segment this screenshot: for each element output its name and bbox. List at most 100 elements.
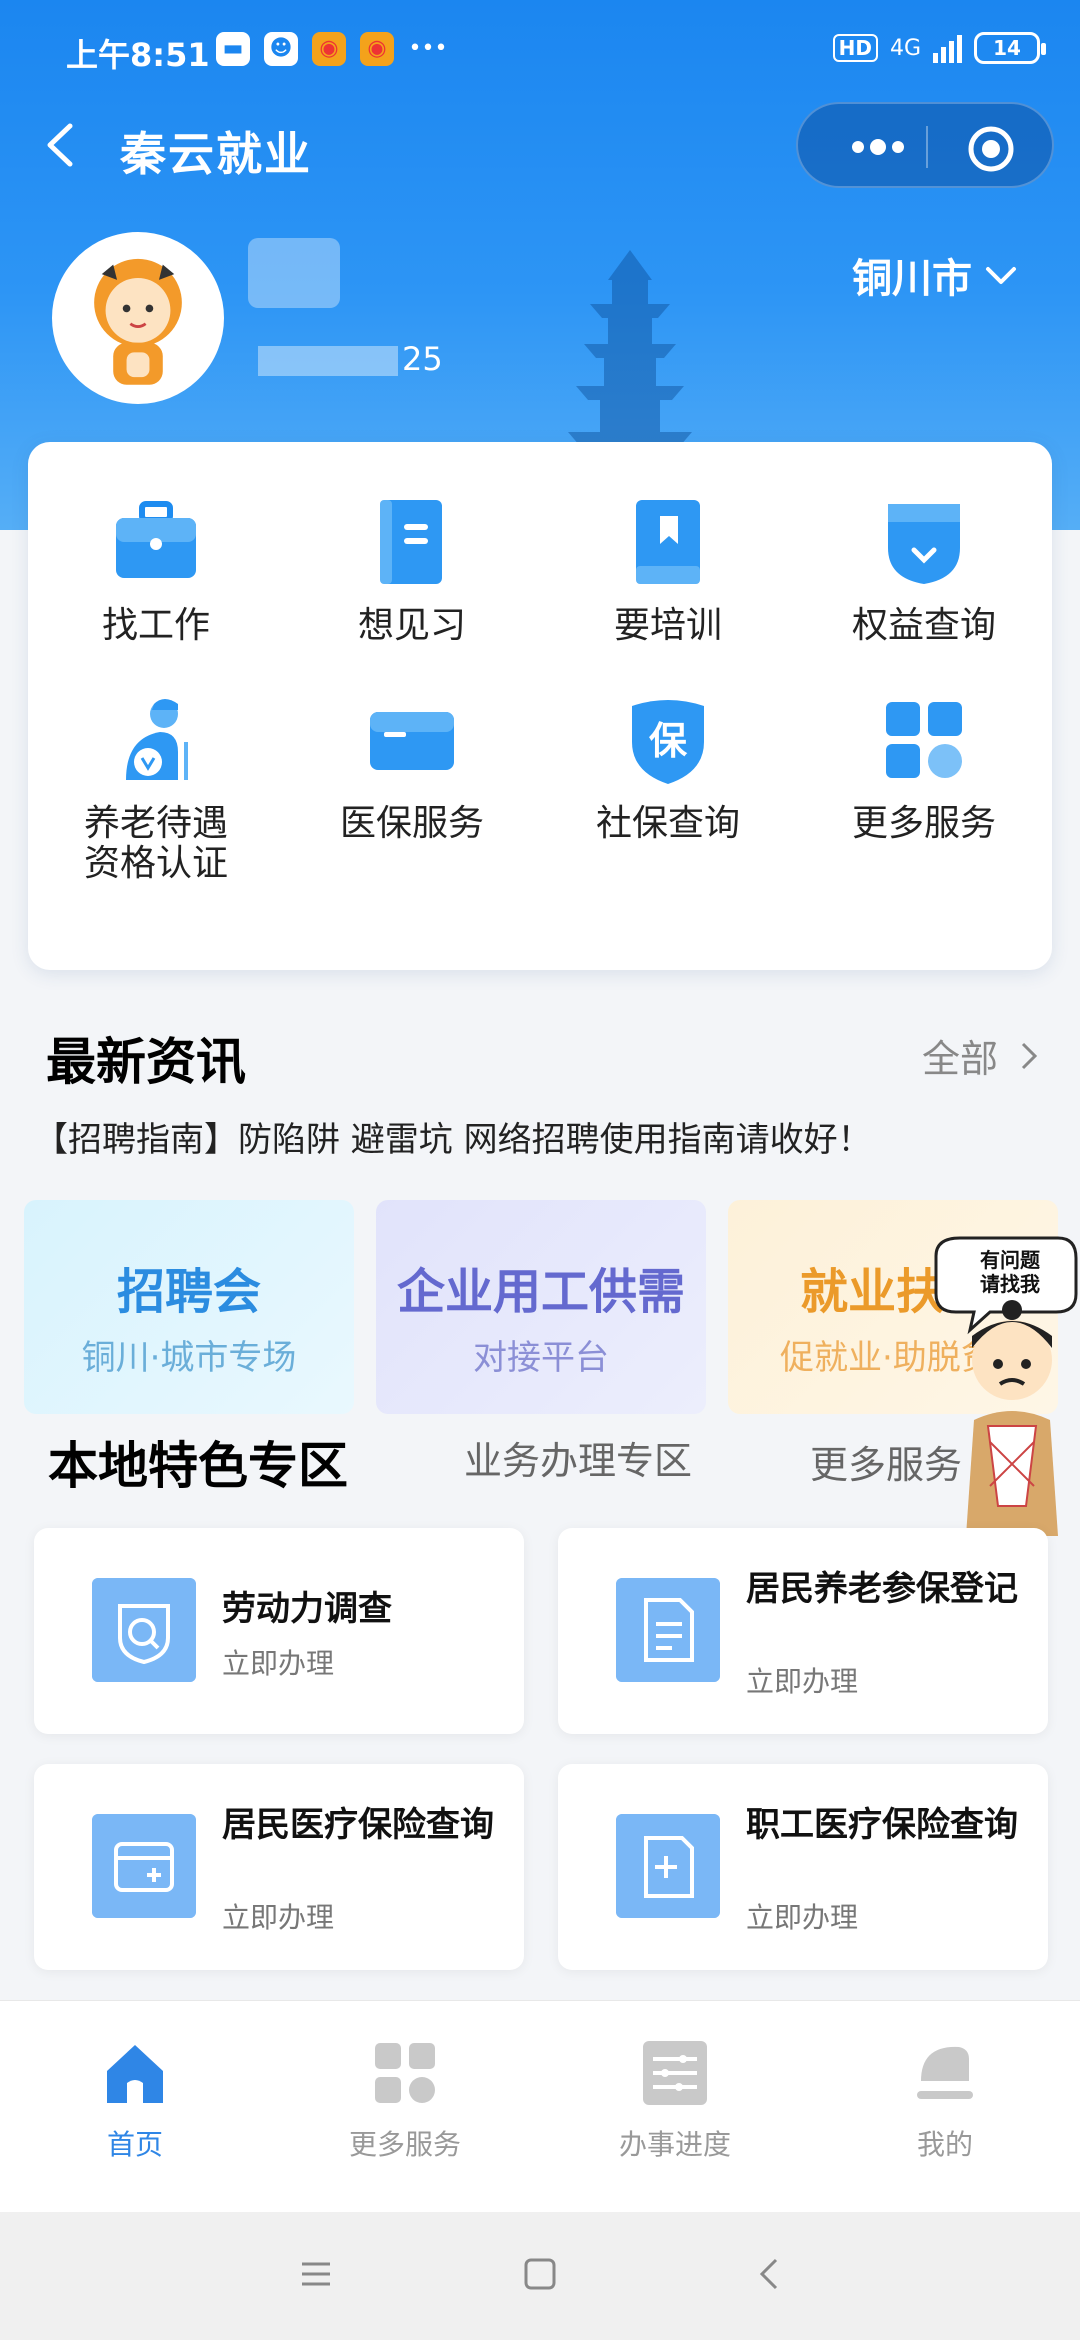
local-service-pension-registration[interactable]: 居民养老参保登记 立即办理 xyxy=(558,1528,1048,1734)
banner-subtitle: 铜川·城市专场 xyxy=(81,1338,297,1378)
card-icon xyxy=(370,712,454,770)
phone-mask xyxy=(258,346,398,376)
tab-mine[interactable]: 我的 xyxy=(845,2037,1045,2163)
back-icon[interactable] xyxy=(40,120,84,170)
weibo-icon-2: ◉ xyxy=(360,32,394,66)
network-label: 4G xyxy=(889,35,921,61)
banner-subtitle: 对接平台 xyxy=(473,1338,609,1378)
service-rights-query[interactable]: 权益查询 xyxy=(796,494,1052,646)
service-label: 要培训 xyxy=(613,605,722,646)
medical-bag-icon xyxy=(616,1814,720,1918)
service-internship[interactable]: 想见习 xyxy=(284,494,540,646)
shield-check-icon xyxy=(888,504,960,584)
page-title: 秦云就业 xyxy=(120,127,312,181)
tab-label: 首页 xyxy=(106,2128,163,2161)
status-time: 上午8:51 xyxy=(66,36,210,74)
user-name-masked xyxy=(248,238,340,308)
back-triangle-icon[interactable] xyxy=(748,2252,792,2296)
message-icon: ▬ xyxy=(216,32,250,66)
home-square-icon[interactable] xyxy=(518,2252,562,2296)
user-phone: 25 xyxy=(258,340,443,378)
hd-icon: HD xyxy=(832,34,878,62)
city-selector[interactable]: 铜川市 xyxy=(852,246,1018,304)
banner-job-fair[interactable]: 招聘会 铜川·城市专场 xyxy=(24,1200,354,1414)
nav-bar: 秦云就业 xyxy=(0,100,1080,190)
service-label: 更多服务 xyxy=(851,803,996,844)
service-pension-certification[interactable]: 养老待遇 资格认证 xyxy=(28,692,284,884)
more-notifications-icon: ••• xyxy=(408,36,448,61)
chevron-down-icon xyxy=(986,267,1016,284)
bao-shield-icon: 保 xyxy=(632,700,704,784)
service-more[interactable]: 更多服务 xyxy=(796,692,1052,844)
service-label: 权益查询 xyxy=(851,605,996,646)
menu-icon[interactable] xyxy=(294,2252,338,2296)
local-service-title: 劳动力调查 xyxy=(222,1589,392,1629)
elder-person-icon xyxy=(126,699,188,780)
local-service-action: 立即办理 xyxy=(746,1665,859,1698)
service-social-security[interactable]: 保 社保查询 xyxy=(540,692,796,844)
tab-progress[interactable]: 办事进度 xyxy=(575,2037,775,2163)
tab-label: 更多服务 xyxy=(348,2128,461,2161)
service-medical-insurance[interactable]: 医保服务 xyxy=(284,692,540,844)
news-view-all[interactable]: 全部 xyxy=(922,1028,1038,1083)
user-avatar[interactable] xyxy=(52,232,224,404)
city-label: 铜川市 xyxy=(852,256,972,302)
service-label: 医保服务 xyxy=(339,803,484,844)
news-section-title: 最新资讯 xyxy=(46,1033,246,1091)
service-label: 社保查询 xyxy=(595,803,740,844)
service-label: 想见习 xyxy=(357,605,466,646)
notification-icons: ▬ ☻ ◉ ◉ ••• xyxy=(216,32,448,66)
grid-icon xyxy=(886,702,962,778)
search-shield-icon xyxy=(92,1578,196,1682)
grid-icon xyxy=(375,2043,435,2103)
notebook-icon xyxy=(380,500,442,584)
local-service-title: 居民医疗保险查询 xyxy=(222,1805,494,1845)
tiger-avatar-icon xyxy=(56,236,220,400)
service-label: 养老待遇 资格认证 xyxy=(83,803,228,884)
tab-more-services-nav[interactable]: 更多服务 xyxy=(305,2037,505,2163)
progress-list-icon xyxy=(643,2041,707,2105)
help-mascot[interactable]: 有问题 请找我 xyxy=(930,1236,1080,1552)
briefcase-icon xyxy=(116,501,196,578)
battery-icon: 14 xyxy=(974,32,1046,64)
svg-text:保: 保 xyxy=(649,719,688,763)
bookmark-book-icon xyxy=(636,500,700,584)
local-service-labor-survey[interactable]: 劳动力调查 立即办理 xyxy=(34,1528,524,1734)
news-headline[interactable]: 【招聘指南】防陷阱 避雷坑 网络招聘使用指南请收好！ xyxy=(34,1112,872,1161)
qq-icon: ☻ xyxy=(264,32,298,66)
service-label: 找工作 xyxy=(101,605,210,646)
tab-business-handling[interactable]: 业务办理专区 xyxy=(464,1430,692,1485)
tab-label: 我的 xyxy=(916,2128,973,2161)
view-all-label: 全部 xyxy=(921,1037,998,1081)
wallet-plus-icon xyxy=(92,1814,196,1918)
service-find-job[interactable]: 找工作 xyxy=(28,494,284,646)
local-service-employee-medical[interactable]: 职工医疗保险查询 立即办理 xyxy=(558,1764,1048,1970)
tab-local-features[interactable]: 本地特色专区 xyxy=(48,1426,348,1498)
weibo-icon: ◉ xyxy=(312,32,346,66)
miniprogram-capsule xyxy=(796,102,1054,188)
service-grid-card: 找工作 想见习 要培训 权益查询 养老待遇 资格认证 医保服务 保 社保查询 更… xyxy=(28,442,1052,970)
tab-home[interactable]: 首页 xyxy=(35,2037,235,2163)
zone-tabs: 本地特色专区 业务办理专区 更多服务 xyxy=(0,1422,1080,1495)
document-icon xyxy=(616,1578,720,1682)
local-service-action: 立即办理 xyxy=(222,1901,335,1934)
more-dots-icon[interactable] xyxy=(836,124,936,170)
phone-suffix: 25 xyxy=(402,340,443,378)
signal-icon xyxy=(933,33,962,63)
local-service-title: 居民养老参保登记 xyxy=(746,1569,1018,1609)
capsule-divider xyxy=(926,126,928,168)
home-icon xyxy=(107,2045,163,2103)
service-training[interactable]: 要培训 xyxy=(540,494,796,646)
local-service-action: 立即办理 xyxy=(746,1901,859,1934)
local-service-title: 职工医疗保险查询 xyxy=(746,1805,1018,1845)
banner-employment-platform[interactable]: 企业用工供需 对接平台 xyxy=(376,1200,706,1414)
status-bar: 上午8:51 ▬ ☻ ◉ ◉ ••• HD 4G 14 xyxy=(66,28,1046,78)
user-icon xyxy=(917,2046,973,2099)
local-service-resident-medical[interactable]: 居民医疗保险查询 立即办理 xyxy=(34,1764,524,1970)
bottom-tab-bar: 首页 更多服务 办事进度 我的 xyxy=(0,2000,1080,2212)
local-service-action: 立即办理 xyxy=(222,1647,335,1680)
banner-title: 招聘会 xyxy=(116,1264,261,1320)
close-target-icon[interactable] xyxy=(966,124,1016,174)
system-navigation-bar xyxy=(0,2212,1080,2340)
banner-title: 企业用工供需 xyxy=(396,1264,685,1320)
